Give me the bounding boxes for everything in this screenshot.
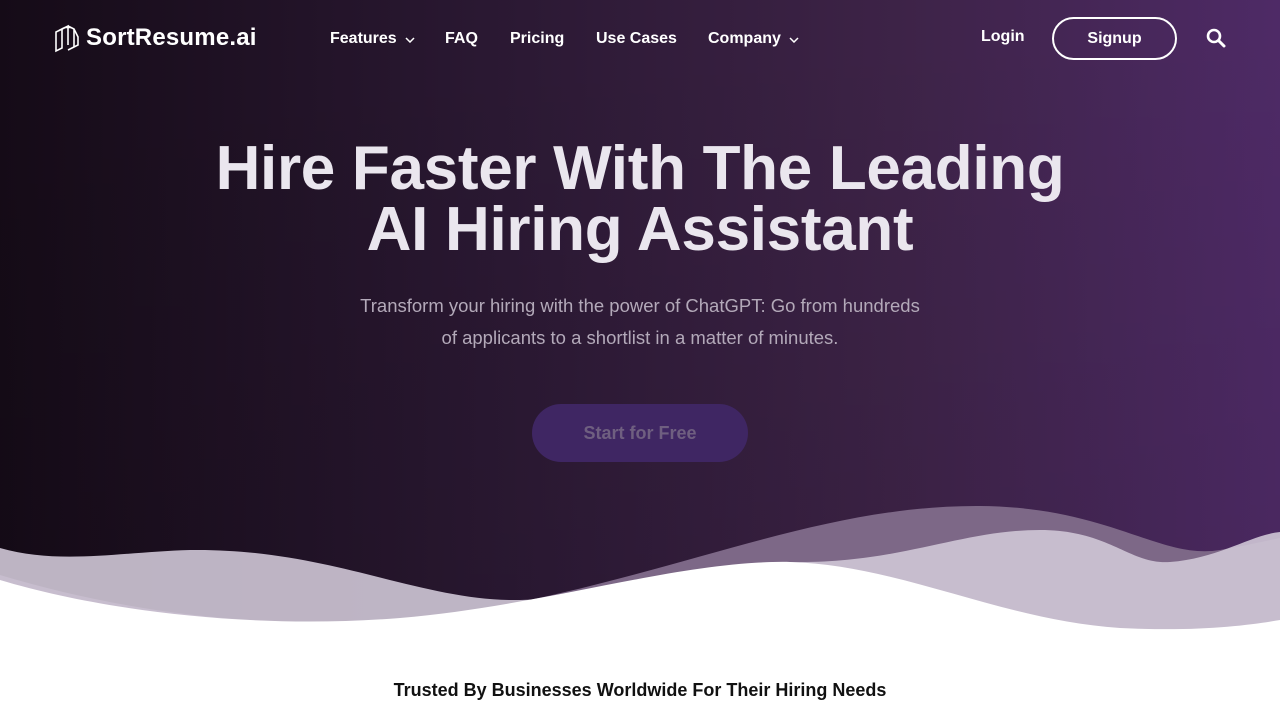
nav-item-pricing[interactable]: Pricing xyxy=(510,28,564,50)
brand-logo[interactable]: SortResume.ai xyxy=(54,22,257,54)
nav-label: Company xyxy=(708,30,781,47)
brand-name: SortResume.ai xyxy=(86,24,257,51)
stacked-pages-logo-icon xyxy=(55,24,79,53)
nav-item-use-cases[interactable]: Use Cases xyxy=(596,28,677,50)
signup-button[interactable]: Signup xyxy=(1052,17,1177,60)
hero-headline: Hire Faster With The Leading AI Hiring A… xyxy=(140,138,1140,261)
nav-item-faq[interactable]: FAQ xyxy=(445,28,478,50)
subtext-line-1: Transform your hiring with the power of … xyxy=(360,295,920,316)
login-link[interactable]: Login xyxy=(981,28,1025,46)
nav-label: Features xyxy=(330,30,397,47)
nav-label: Use Cases xyxy=(596,30,677,47)
nav-item-company[interactable]: Company xyxy=(708,28,799,50)
hero-subtext: Transform your hiring with the power of … xyxy=(340,290,940,354)
trusted-heading: Trusted By Businesses Worldwide For Thei… xyxy=(393,680,887,700)
search-icon[interactable] xyxy=(1206,28,1226,48)
subtext-line-2: of applicants to a shortlist in a matter… xyxy=(441,327,839,348)
site-header: SortResume.ai Features FAQ Pricing Use C… xyxy=(0,0,1280,76)
chevron-down-icon xyxy=(405,36,415,43)
nav-label: Pricing xyxy=(510,30,565,47)
nav-label: FAQ xyxy=(445,30,478,47)
headline-line-2: AI Hiring Assistant xyxy=(366,195,914,264)
chevron-down-icon xyxy=(789,36,799,43)
headline-line-1: Hire Faster With The Leading xyxy=(215,134,1065,203)
start-for-free-button[interactable]: Start for Free xyxy=(532,404,748,462)
nav-item-features[interactable]: Features xyxy=(330,28,415,50)
